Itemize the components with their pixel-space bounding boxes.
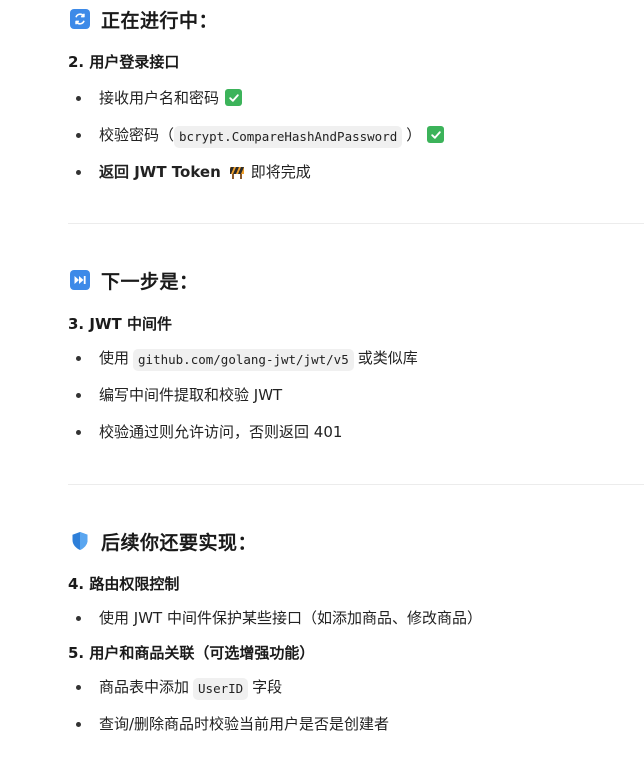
- list-item: 商品表中添加 UserID 字段: [68, 674, 644, 711]
- divider: [68, 223, 644, 224]
- inline-code: bcrypt.CompareHashAndPassword: [174, 126, 403, 148]
- section-title: 正在进行中：: [101, 9, 219, 32]
- subheading-login-api: 2. 用户登录接口: [68, 53, 180, 71]
- check-mark-icon: [225, 89, 243, 106]
- bullet-icon: [76, 393, 81, 398]
- list-item: 校验通过则允许访问，否则返回 401: [68, 419, 644, 456]
- bullet-icon: [76, 616, 81, 621]
- list-item-text-close: ）: [406, 126, 422, 144]
- list-item: 返回 JWT Token 即将完成: [68, 159, 644, 196]
- list-item-text: 编写中间件提取和校验 JWT: [99, 386, 283, 404]
- list-item-text: 使用: [99, 349, 130, 367]
- jwt-middleware-list: 使用 github.com/golang-jwt/jwt/v5 或类似库 编写中…: [68, 345, 644, 456]
- check-mark-icon: [427, 126, 445, 143]
- shield-icon: [70, 531, 90, 551]
- list-item-text: 校验通过则允许访问，否则返回 401: [99, 423, 343, 441]
- bullet-icon: [76, 722, 81, 727]
- section-later: 后续你还要实现： 4. 路由权限控制 使用 JWT 中间件保护某些接口（如添加商…: [68, 527, 644, 748]
- construction-icon: [229, 164, 245, 180]
- bullet-icon: [76, 685, 81, 690]
- subheading-jwt-middleware: 3. JWT 中间件: [68, 315, 172, 333]
- next-track-icon: [70, 270, 90, 290]
- list-item-bold-text: 返回 JWT Token: [99, 163, 221, 181]
- user-product-list: 商品表中添加 UserID 字段 查询/删除商品时校验当前用户是否是创建者: [68, 674, 644, 748]
- list-item-text: 商品表中添加: [99, 678, 190, 696]
- section-next-step-heading: 下一步是：: [70, 266, 644, 294]
- list-item-text: 使用 JWT 中间件保护某些接口（如添加商品、修改商品）: [99, 609, 482, 627]
- login-api-list: 接收用户名和密码 校验密码（ bcrypt.CompareHashAndPass…: [68, 85, 644, 196]
- list-item-text: 即将完成: [250, 163, 311, 181]
- list-item: 查询/删除商品时校验当前用户是否是创建者: [68, 711, 644, 748]
- inline-code: UserID: [193, 678, 249, 700]
- section-in-progress-heading: 正在进行中：: [70, 5, 644, 33]
- section-in-progress: 正在进行中： 2. 用户登录接口 接收用户名和密码 校验密码（ bcrypt.C…: [68, 5, 644, 196]
- list-item: 使用 github.com/golang-jwt/jwt/v5 或类似库: [68, 345, 644, 382]
- list-item: 接收用户名和密码: [68, 85, 644, 122]
- bullet-icon: [76, 430, 81, 435]
- subheading-user-product-link: 5. 用户和商品关联（可选增强功能）: [68, 644, 315, 662]
- list-item: 编写中间件提取和校验 JWT: [68, 382, 644, 419]
- section-title: 下一步是：: [101, 270, 199, 293]
- list-item-text: 接收用户名和密码: [99, 89, 220, 107]
- list-item: 使用 JWT 中间件保护某些接口（如添加商品、修改商品）: [68, 605, 644, 642]
- list-item-text: 校验密码（: [99, 126, 175, 144]
- list-item-text: 查询/删除商品时校验当前用户是否是创建者: [99, 715, 390, 733]
- section-later-heading: 后续你还要实现：: [70, 527, 644, 555]
- bullet-icon: [76, 356, 81, 361]
- refresh-icon: [70, 9, 90, 29]
- subheading-route-permission: 4. 路由权限控制: [68, 575, 180, 593]
- list-item-text: 字段: [252, 678, 283, 696]
- bullet-icon: [76, 170, 81, 175]
- divider: [68, 484, 644, 485]
- section-next-step: 下一步是： 3. JWT 中间件 使用 github.com/golang-jw…: [68, 266, 644, 456]
- bullet-icon: [76, 133, 81, 138]
- bullet-icon: [76, 96, 81, 101]
- list-item: 校验密码（ bcrypt.CompareHashAndPassword ）: [68, 122, 644, 159]
- document-page: 正在进行中： 2. 用户登录接口 接收用户名和密码 校验密码（ bcrypt.C…: [0, 0, 644, 771]
- section-title: 后续你还要实现：: [101, 531, 258, 554]
- list-item-text: 或类似库: [357, 349, 418, 367]
- route-permission-list: 使用 JWT 中间件保护某些接口（如添加商品、修改商品）: [68, 605, 644, 642]
- inline-code: github.com/golang-jwt/jwt/v5: [133, 349, 354, 371]
